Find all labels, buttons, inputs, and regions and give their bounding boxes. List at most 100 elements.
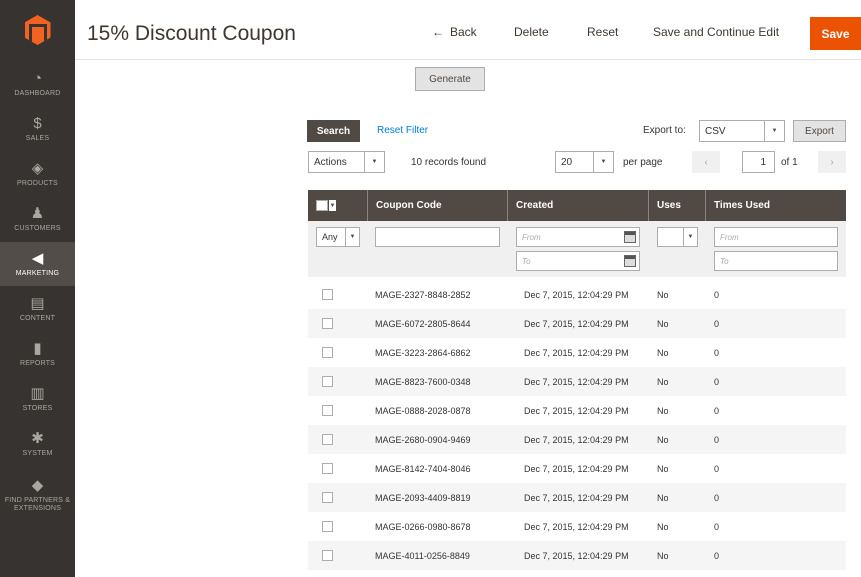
table-row[interactable]: MAGE-8823-7600-0348 Dec 7, 2015, 12:04:29… (308, 367, 846, 396)
times-used-to-input[interactable]: To (714, 251, 838, 271)
export-format-select[interactable]: CSV ▼ (699, 120, 785, 142)
coupon-code: MAGE-8142-7404-8046 (375, 463, 471, 474)
logo-icon (24, 15, 51, 45)
magento-logo[interactable] (0, 0, 75, 60)
row-checkbox[interactable] (322, 521, 333, 532)
coupon-code-cell: MAGE-2327-8848-2852 (375, 280, 471, 309)
row-checkbox[interactable] (322, 492, 333, 503)
row-checkbox[interactable] (322, 434, 333, 445)
search-button[interactable]: Search (307, 120, 360, 142)
chevron-down-icon: ▼ (683, 228, 697, 246)
chevron-down-icon: ▼ (329, 200, 336, 211)
calendar-icon[interactable] (624, 231, 636, 243)
row-checkbox[interactable] (322, 405, 333, 416)
table-row[interactable]: MAGE-2327-8848-2852 Dec 7, 2015, 12:04:29… (308, 280, 846, 309)
column-header-coupon-code[interactable]: Coupon Code (368, 190, 508, 221)
row-checkbox[interactable] (322, 289, 333, 300)
created-date-cell: Dec 7, 2015, 12:04:29 PM (524, 541, 629, 570)
row-checkbox[interactable] (322, 318, 333, 329)
coupon-code-cell: MAGE-0888-2028-0878 (375, 396, 471, 425)
mass-select-header[interactable]: ▼ (308, 190, 368, 221)
row-checkbox[interactable] (322, 463, 333, 474)
sidebar-item[interactable]: ✱ SYSTEM (0, 422, 75, 466)
sidebar-item-label: CONTENT (19, 314, 56, 322)
uses-value: No (657, 376, 669, 387)
prev-page-button[interactable]: ‹ (692, 151, 720, 173)
coupon-code-cell: MAGE-4011-0256-8849 (375, 541, 470, 570)
coupon-code-cell: MAGE-2093-4409-8819 (375, 483, 471, 512)
export-format-value: CSV (705, 125, 726, 137)
sidebar-item[interactable]: ▤ CONTENT (0, 287, 75, 331)
coupon-code: MAGE-3223-2864-6862 (375, 347, 471, 358)
sidebar-item[interactable]: $ SALES (0, 107, 75, 151)
row-checkbox[interactable] (322, 376, 333, 387)
table-row[interactable]: MAGE-4011-0256-8849 Dec 7, 2015, 12:04:29… (308, 541, 846, 570)
mass-select-checkbox[interactable]: ▼ (316, 200, 338, 212)
column-header-times-used[interactable]: Times Used (706, 190, 846, 221)
uses-filter-select[interactable]: ▼ (657, 227, 698, 247)
row-checkbox-cell (322, 425, 333, 454)
sidebar-item-label: REPORTS (19, 359, 56, 367)
times-used-from-input[interactable]: From (714, 227, 838, 247)
save-button[interactable]: Save (810, 17, 861, 50)
next-page-button[interactable]: › (818, 151, 846, 173)
times-used-value: 0 (714, 434, 720, 445)
times-used-value-cell: 0 (714, 338, 719, 367)
table-row[interactable]: MAGE-2680-0904-9469 Dec 7, 2015, 12:04:29… (308, 425, 846, 454)
uses-value: No (657, 347, 669, 358)
column-header-uses[interactable]: Uses (649, 190, 706, 221)
sidebar-item[interactable]: ♟ CUSTOMERS (0, 197, 75, 241)
uses-value-cell: No (657, 309, 669, 338)
created-to-input[interactable]: To (516, 251, 640, 271)
uses-value-cell: No (657, 425, 669, 454)
delete-button[interactable]: Delete (514, 25, 549, 39)
created-date: Dec 7, 2015, 12:04:29 PM (524, 434, 629, 445)
table-row[interactable]: MAGE-3223-2864-6862 Dec 7, 2015, 12:04:29… (308, 338, 846, 367)
sidebar-item[interactable]: ▮ REPORTS (0, 332, 75, 376)
column-header-created[interactable]: Created (508, 190, 649, 221)
admin-sidebar: ◔ DASHBOARD $ SALES ◈ PRODUCTS ♟ CUSTOMERS ◀ MARK… (0, 0, 75, 577)
coupon-code-filter-input[interactable] (375, 227, 500, 247)
sidebar-item[interactable]: ◀ MARKETING (0, 242, 75, 286)
created-date: Dec 7, 2015, 12:04:29 PM (524, 347, 629, 358)
mass-actions-select[interactable]: Actions ▼ (308, 151, 385, 173)
table-row[interactable]: MAGE-8142-7404-8046 Dec 7, 2015, 12:04:29… (308, 454, 846, 483)
sidebar-item[interactable]: ◔ DASHBOARD (0, 62, 75, 106)
grid-filter-row: Any ▼ From To ▼ From To (308, 221, 846, 277)
select-filter[interactable]: Any ▼ (316, 227, 360, 247)
coupon-code: MAGE-0266-0980-8678 (375, 521, 471, 532)
arrow-left-icon: ← (432, 25, 444, 39)
created-date-cell: Dec 7, 2015, 12:04:29 PM (524, 309, 629, 338)
row-checkbox-cell (322, 541, 333, 570)
back-button[interactable]: ← Back (432, 25, 477, 39)
reset-filter-link[interactable]: Reset Filter (377, 125, 428, 136)
sidebar-item[interactable]: ◈ PRODUCTS (0, 152, 75, 196)
generate-button[interactable]: Generate (415, 67, 485, 91)
sidebar-item-label: SYSTEM (22, 449, 53, 457)
per-page-select[interactable]: 20 ▼ (555, 151, 614, 173)
sidebar-item[interactable]: ▥ STORES (0, 377, 75, 421)
calendar-icon[interactable] (624, 255, 636, 267)
created-date-cell: Dec 7, 2015, 12:04:29 PM (524, 512, 629, 541)
cube-icon: ◈ (31, 160, 44, 177)
row-checkbox[interactable] (322, 347, 333, 358)
created-from-input[interactable]: From (516, 227, 640, 247)
coupon-code-cell: MAGE-8142-7404-8046 (375, 454, 471, 483)
table-row[interactable]: MAGE-6072-2805-8644 Dec 7, 2015, 12:04:29… (308, 309, 846, 338)
table-row[interactable]: MAGE-0266-0980-8678 Dec 7, 2015, 12:04:29… (308, 512, 846, 541)
save-and-continue-button[interactable]: Save and Continue Edit (653, 25, 779, 39)
table-row[interactable]: MAGE-0888-2028-0878 Dec 7, 2015, 12:04:29… (308, 396, 846, 425)
uses-value-cell: No (657, 280, 669, 309)
chevron-right-icon: › (830, 156, 834, 168)
sidebar-item[interactable]: ◆ FIND PARTNERS & EXTENSIONS (0, 470, 75, 520)
reset-button[interactable]: Reset (587, 25, 618, 39)
uses-value: No (657, 550, 669, 561)
coupon-code: MAGE-2680-0904-9469 (375, 434, 471, 445)
current-page-input[interactable]: 1 (742, 151, 775, 173)
export-button[interactable]: Export (793, 120, 846, 142)
export-to-label: Export to: (643, 125, 686, 136)
row-checkbox-cell (322, 512, 333, 541)
row-checkbox[interactable] (322, 550, 333, 561)
created-date: Dec 7, 2015, 12:04:29 PM (524, 521, 629, 532)
table-row[interactable]: MAGE-2093-4409-8819 Dec 7, 2015, 12:04:29… (308, 483, 846, 512)
